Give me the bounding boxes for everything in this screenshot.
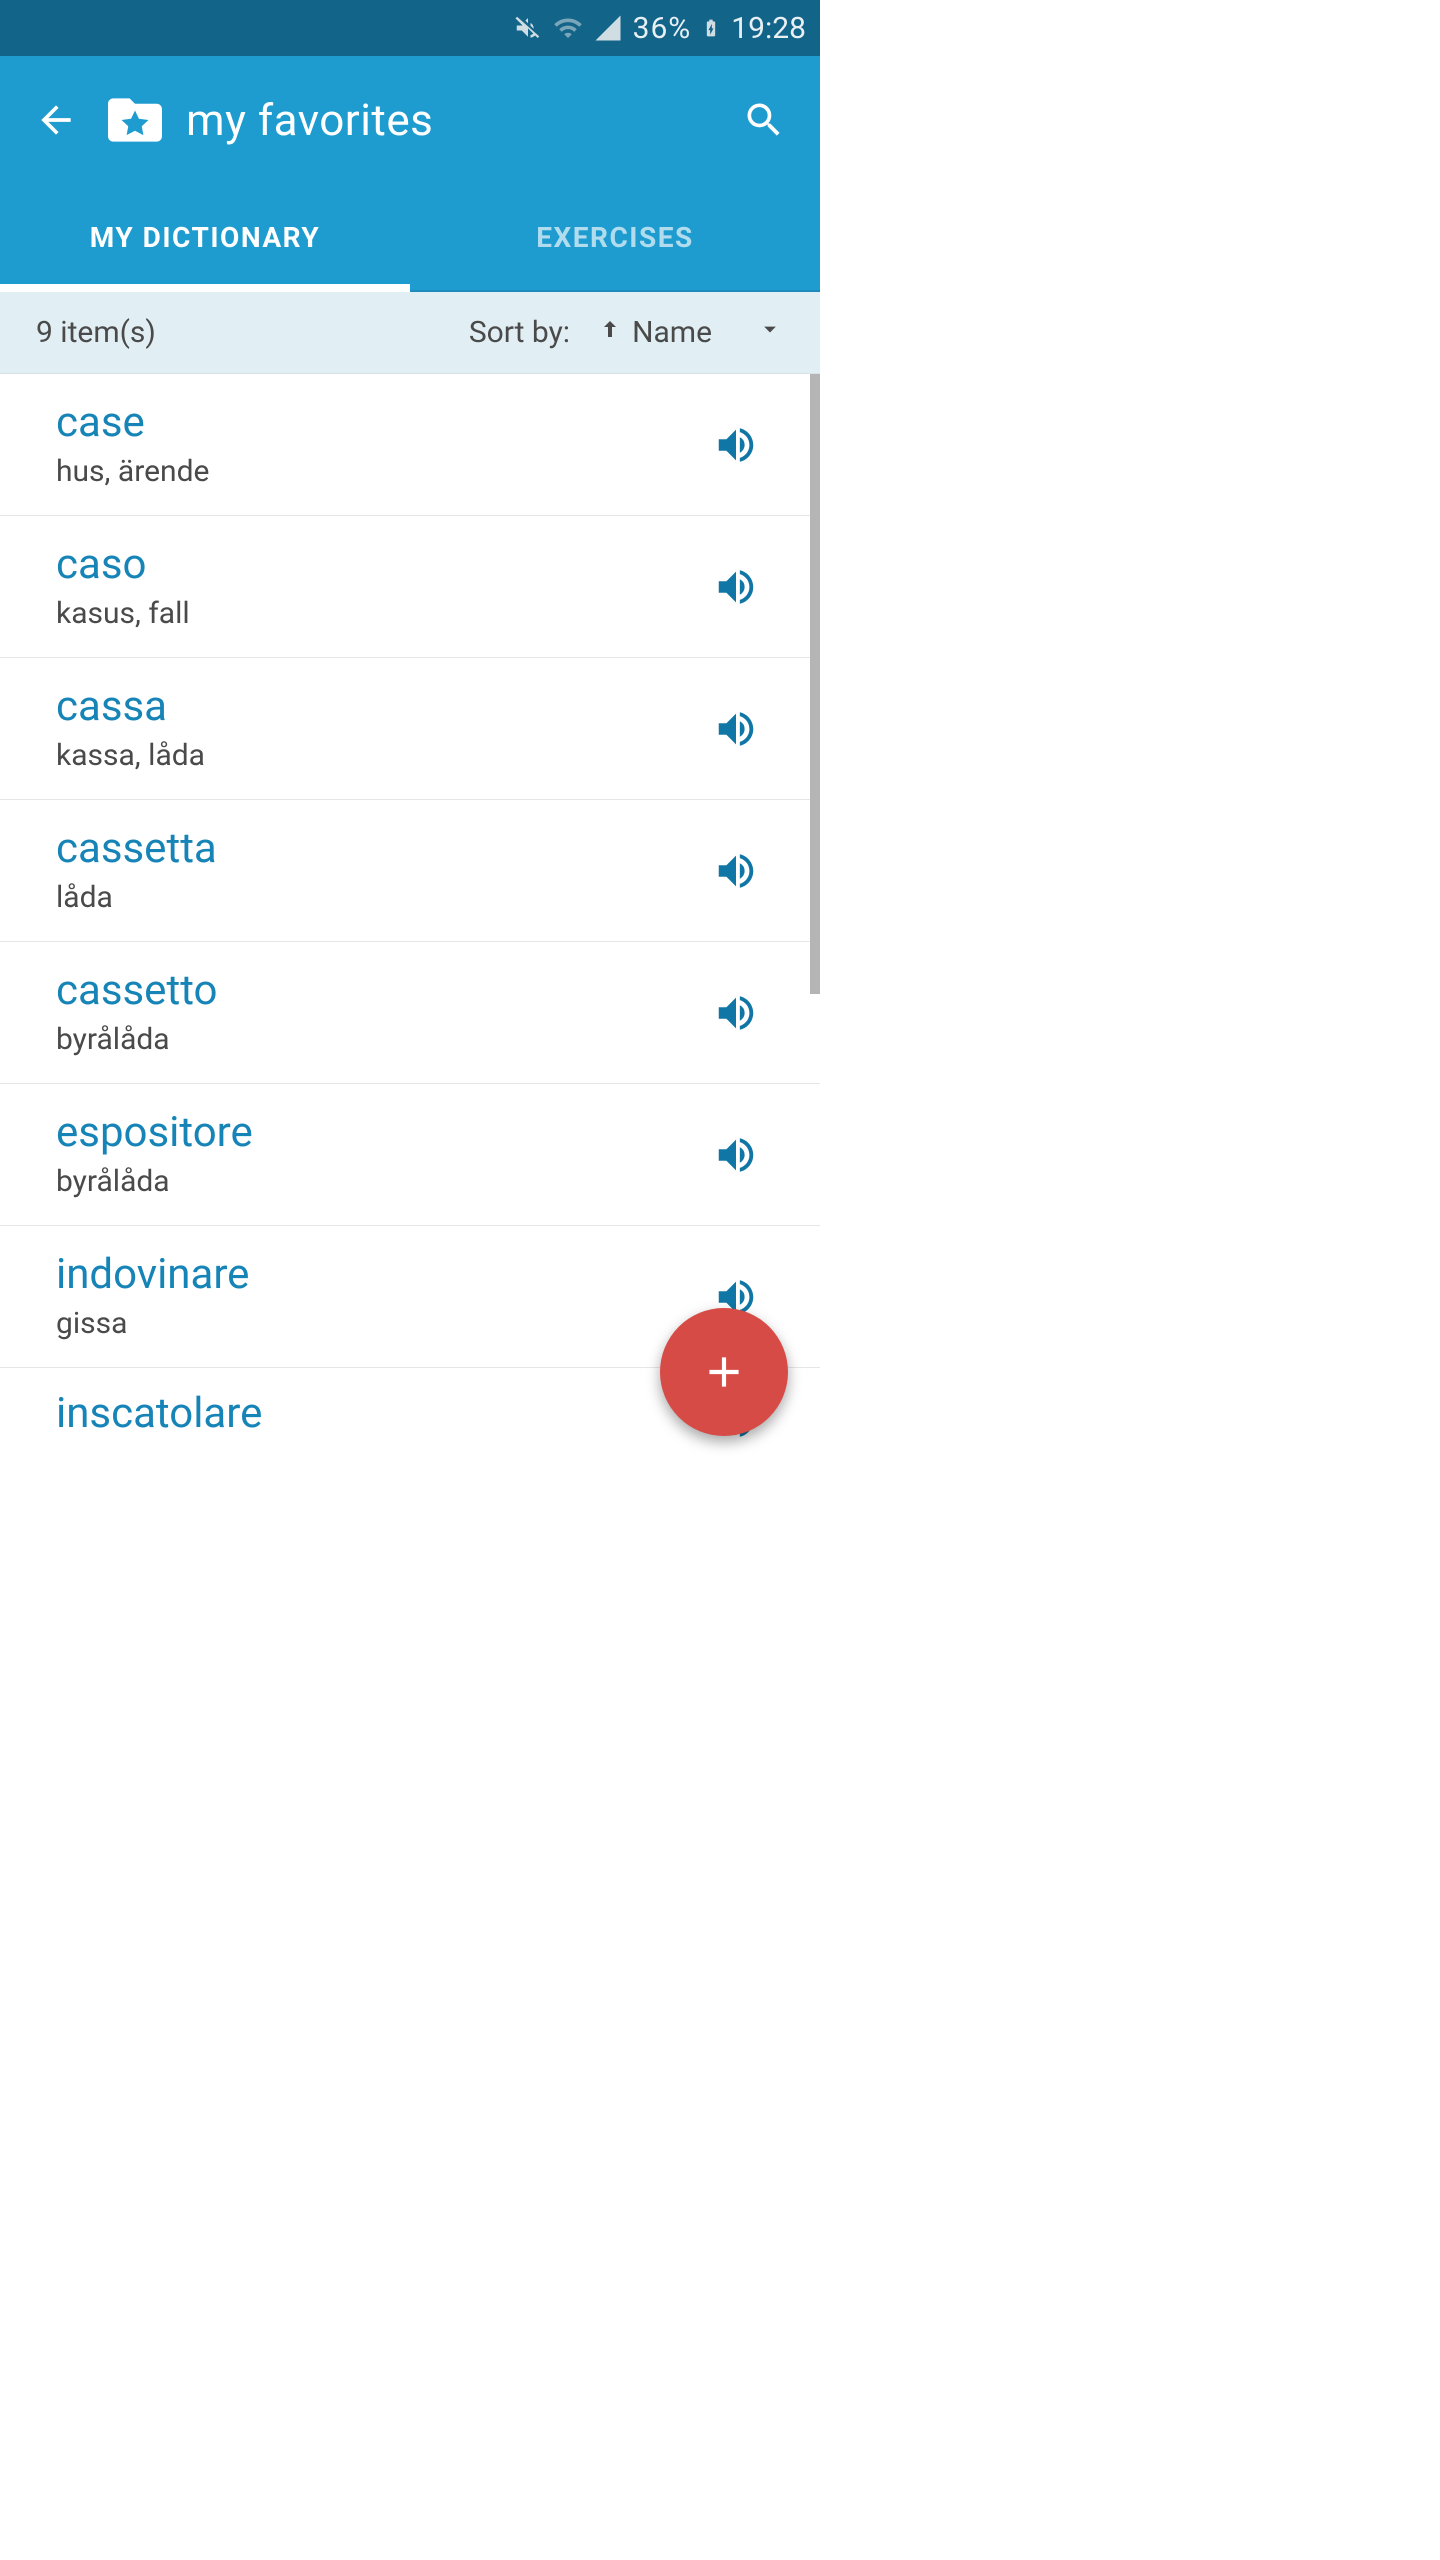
translation: kasus, fall xyxy=(56,596,708,631)
headword: cassa xyxy=(56,684,708,730)
favorites-folder-icon xyxy=(102,93,168,147)
tab-exercises[interactable]: EXERCISES xyxy=(410,184,820,290)
sort-field-button[interactable]: Name xyxy=(632,315,712,350)
translation: byrålåda xyxy=(56,1164,708,1199)
translation: gissa xyxy=(56,1306,708,1341)
page-title: my favorites xyxy=(186,94,433,146)
search-button[interactable] xyxy=(736,92,792,148)
headword: cassetta xyxy=(56,826,708,872)
headword: case xyxy=(56,400,708,446)
clock-time: 19:28 xyxy=(731,11,806,46)
speaker-icon xyxy=(713,706,759,752)
list-item[interactable]: cassetta låda xyxy=(0,800,820,942)
tab-my-dictionary[interactable]: MY DICTIONARY xyxy=(0,184,410,290)
sort-bar: 9 item(s) Sort by: Name xyxy=(0,292,820,374)
play-audio-button[interactable] xyxy=(708,1127,764,1183)
scrollbar[interactable] xyxy=(810,374,820,994)
headword: indovinare xyxy=(56,1252,708,1298)
sort-direction-button[interactable] xyxy=(598,314,622,352)
speaker-icon xyxy=(713,422,759,468)
translation: låda xyxy=(56,880,708,915)
play-audio-button[interactable] xyxy=(708,417,764,473)
headword: espositore xyxy=(56,1110,708,1156)
headword: caso xyxy=(56,542,708,588)
favorites-list: case hus, ärende caso kasus, fall cassa … xyxy=(0,374,820,1448)
back-button[interactable] xyxy=(28,92,84,148)
sort-dropdown-button[interactable] xyxy=(756,315,784,351)
caret-down-icon xyxy=(756,315,784,343)
tab-bar: MY DICTIONARY EXERCISES xyxy=(0,184,820,292)
list-item[interactable]: cassa kassa, låda xyxy=(0,658,820,800)
speaker-icon xyxy=(713,564,759,610)
play-audio-button[interactable] xyxy=(708,985,764,1041)
battery-percentage: 36% xyxy=(633,11,692,46)
list-item[interactable]: case hus, ärende xyxy=(0,374,820,516)
star-folder-icon xyxy=(102,93,168,147)
list-item[interactable]: cassetto byrålåda xyxy=(0,942,820,1084)
play-audio-button[interactable] xyxy=(708,701,764,757)
item-count: 9 item(s) xyxy=(36,315,469,350)
wifi-icon xyxy=(553,13,583,43)
speaker-icon xyxy=(713,1132,759,1178)
speaker-icon xyxy=(713,848,759,894)
translation: hus, ärende xyxy=(56,454,708,489)
headword: inscatolare xyxy=(56,1391,708,1437)
android-status-bar: 36% 19:28 xyxy=(0,0,820,56)
translation: byrålåda xyxy=(56,1022,708,1057)
speaker-icon xyxy=(713,990,759,1036)
search-icon xyxy=(742,98,786,142)
list-item[interactable]: caso kasus, fall xyxy=(0,516,820,658)
add-fab-button[interactable] xyxy=(660,1308,788,1436)
translation: kassa, låda xyxy=(56,738,708,773)
app-bar: my favorites MY DICTIONARY EXERCISES xyxy=(0,56,820,292)
plus-icon xyxy=(699,1347,749,1397)
arrow-up-icon xyxy=(598,314,622,344)
mute-icon xyxy=(513,13,543,43)
arrow-back-icon xyxy=(34,98,78,142)
battery-charging-icon xyxy=(701,11,721,45)
cell-signal-icon xyxy=(593,13,623,43)
list-item[interactable]: espositore byrålåda xyxy=(0,1084,820,1226)
headword: cassetto xyxy=(56,968,708,1014)
play-audio-button[interactable] xyxy=(708,559,764,615)
sort-label: Sort by: xyxy=(469,315,570,350)
play-audio-button[interactable] xyxy=(708,843,764,899)
